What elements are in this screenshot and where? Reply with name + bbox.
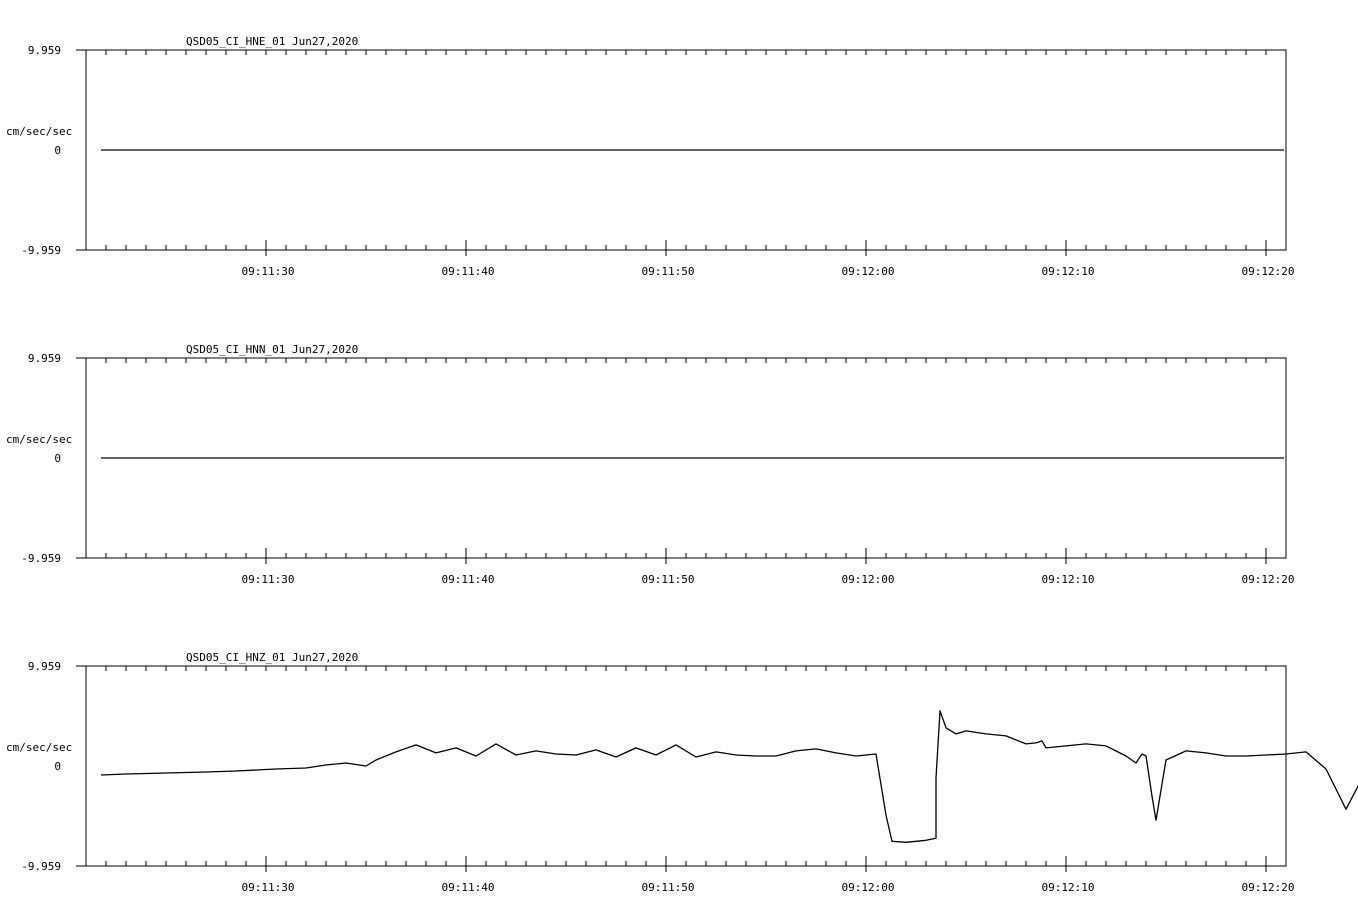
x-tick-label: 09:11:40 [442, 573, 495, 586]
y-tick-label-zero: 0 [54, 144, 61, 157]
x-tick-label: 09:11:50 [642, 573, 695, 586]
y-axis-label: cm/sec/sec [6, 125, 72, 138]
x-tick-label: 09:12:10 [1042, 573, 1095, 586]
x-tick-label: 09:11:30 [242, 265, 295, 278]
seismogram-plots: 09:11:30 09:11:40 09:11:50 09:12:00 09:12:10… [6, 35, 1358, 894]
x-tick-label: 09:12:20 [1242, 881, 1295, 894]
x-tick-label: 09:11:30 [242, 881, 295, 894]
x-tick-label: 09:11:30 [242, 573, 295, 586]
x-tick-label: 09:12:20 [1242, 573, 1295, 586]
x-tick-label: 09:11:50 [642, 265, 695, 278]
x-tick-label: 09:12:00 [842, 881, 895, 894]
y-tick-label-max: 9.959 [28, 352, 61, 365]
y-tick-label-min: -9.959 [21, 552, 61, 565]
waveform-trace-2 [100, 710, 1358, 843]
chart-title: QSD05_CI_HNE_01 Jun27,2020 [186, 35, 358, 48]
chart-title: QSD05_CI_HNZ_01 Jun27,2020 [186, 651, 358, 664]
x-tick-label: 09:12:00 [842, 265, 895, 278]
plot-frame-2 [85, 665, 1287, 867]
y-tick-label-max: 9.959 [28, 660, 61, 673]
x-tick-label: 09:11:40 [442, 881, 495, 894]
x-tick-label: 09:12:10 [1042, 265, 1095, 278]
x-tick-label: 09:12:10 [1042, 881, 1095, 894]
y-axis-label: cm/sec/sec [6, 741, 72, 754]
chart-title: QSD05_CI_HNN_01 Jun27,2020 [186, 343, 358, 356]
x-tick-label: 09:11:50 [642, 881, 695, 894]
y-tick-label-max: 9.959 [28, 44, 61, 57]
y-tick-label-zero: 0 [54, 452, 61, 465]
y-tick-label-zero: 0 [54, 760, 61, 773]
y-axis-label: cm/sec/sec [6, 433, 72, 446]
y-tick-label-min: -9.959 [21, 244, 61, 257]
x-tick-label: 09:12:00 [842, 573, 895, 586]
y-tick-label-min: -9.959 [21, 860, 61, 873]
x-tick-label: 09:11:40 [442, 265, 495, 278]
x-tick-label: 09:12:20 [1242, 265, 1295, 278]
